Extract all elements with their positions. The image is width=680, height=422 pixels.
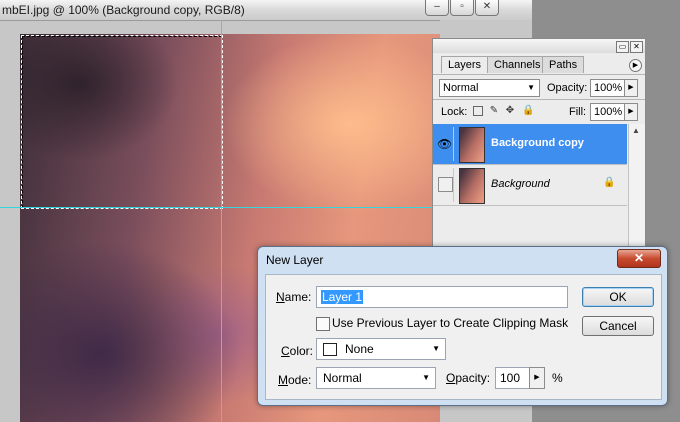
opacity-input[interactable]: 100	[495, 367, 531, 389]
opacity-unit: %	[552, 371, 563, 385]
chevron-down-icon: ▼	[527, 83, 535, 92]
blend-row: Normal ▼ Opacity: 100% ▶	[433, 74, 645, 99]
maximize-button[interactable]: ▫	[450, 0, 474, 16]
new-layer-dialog: New Layer ✕ Name: Layer 1 Use Previous L…	[257, 246, 668, 406]
clipping-mask-checkbox[interactable]	[316, 317, 330, 331]
layer-thumbnail	[459, 168, 485, 204]
opacity-slider-arrow-icon[interactable]: ▶	[624, 79, 638, 97]
tab-paths[interactable]: Paths	[542, 56, 585, 73]
dialog-body: Name: Layer 1 Use Previous Layer to Crea…	[265, 274, 662, 400]
layer-name-value: Layer 1	[321, 290, 364, 304]
mode-value: Normal	[323, 371, 362, 385]
panel-titlebar[interactable]: ▭ ✕	[433, 39, 645, 53]
clipping-mask-label: Use Previous Layer to Create Clipping Ma…	[332, 316, 569, 330]
visibility-toggle[interactable]: 👁	[435, 127, 454, 161]
horizontal-guide[interactable]	[0, 207, 440, 208]
lock-move-icon[interactable]: ✥	[505, 106, 515, 116]
chevron-down-icon: ▼	[422, 373, 430, 382]
blend-mode-select[interactable]: Normal ▼	[439, 79, 540, 97]
marquee-selection	[21, 35, 223, 209]
layer-name-input[interactable]: Layer 1	[316, 286, 568, 308]
dialog-title: New Layer	[266, 253, 324, 267]
document-titlebar[interactable]: mbEI.jpg @ 100% (Background copy, RGB/8)…	[0, 0, 532, 21]
color-value: None	[345, 342, 374, 356]
tab-channels[interactable]: Channels	[487, 56, 548, 73]
color-swatch	[323, 343, 337, 356]
lock-row: Lock: ✎ ✥ 🔒 Fill: 100% ▶	[433, 99, 645, 124]
panel-menu-icon[interactable]: ▶	[629, 59, 642, 72]
fill-slider-arrow-icon[interactable]: ▶	[624, 103, 638, 121]
color-label: Color:	[281, 344, 314, 358]
panel-minimize-icon[interactable]: ▭	[616, 41, 629, 53]
color-select[interactable]: None ▼	[316, 338, 446, 360]
fill-input[interactable]: 100%	[590, 103, 625, 121]
lock-transparency-icon[interactable]	[473, 106, 483, 116]
layer-row-background[interactable]: Background 🔒	[433, 165, 627, 206]
dialog-close-button[interactable]: ✕	[617, 249, 661, 268]
opacity-slider-arrow-icon[interactable]: ▶	[529, 367, 545, 389]
visibility-toggle[interactable]	[435, 168, 454, 202]
opacity-input[interactable]: 100%	[590, 79, 625, 97]
mode-select[interactable]: Normal ▼	[316, 367, 436, 389]
blend-mode-value: Normal	[443, 82, 479, 94]
close-document-button[interactable]: ✕	[475, 0, 499, 16]
document-title: mbEI.jpg @ 100% (Background copy, RGB/8)	[2, 3, 245, 17]
ok-button[interactable]: OK	[582, 287, 654, 307]
layer-thumbnail	[459, 127, 485, 163]
minimize-button[interactable]: –	[425, 0, 449, 16]
cancel-button[interactable]: Cancel	[582, 316, 654, 336]
chevron-down-icon: ▼	[432, 344, 440, 353]
scroll-up-icon[interactable]: ▲	[632, 126, 640, 135]
hidden-eye-box	[438, 177, 453, 192]
panel-close-icon[interactable]: ✕	[630, 41, 643, 53]
name-label: Name:	[276, 290, 312, 304]
vertical-guide[interactable]	[221, 20, 222, 422]
mode-label: Mode:	[278, 373, 312, 387]
fill-label: Fill:	[569, 106, 587, 118]
lock-brush-icon[interactable]: ✎	[489, 106, 499, 116]
layer-name: Background copy	[491, 137, 584, 149]
opacity-label: Opacity:	[446, 371, 491, 385]
layer-lock-icon: 🔒	[603, 177, 616, 188]
lock-label: Lock:	[441, 106, 468, 118]
eye-icon: 👁	[437, 137, 453, 151]
lock-all-icon[interactable]: 🔒	[522, 106, 534, 116]
layer-name: Background	[491, 178, 550, 190]
tab-layers[interactable]: Layers	[441, 56, 489, 73]
layer-row-background-copy[interactable]: 👁 Background copy	[433, 124, 627, 165]
opacity-label: Opacity:	[547, 82, 588, 94]
